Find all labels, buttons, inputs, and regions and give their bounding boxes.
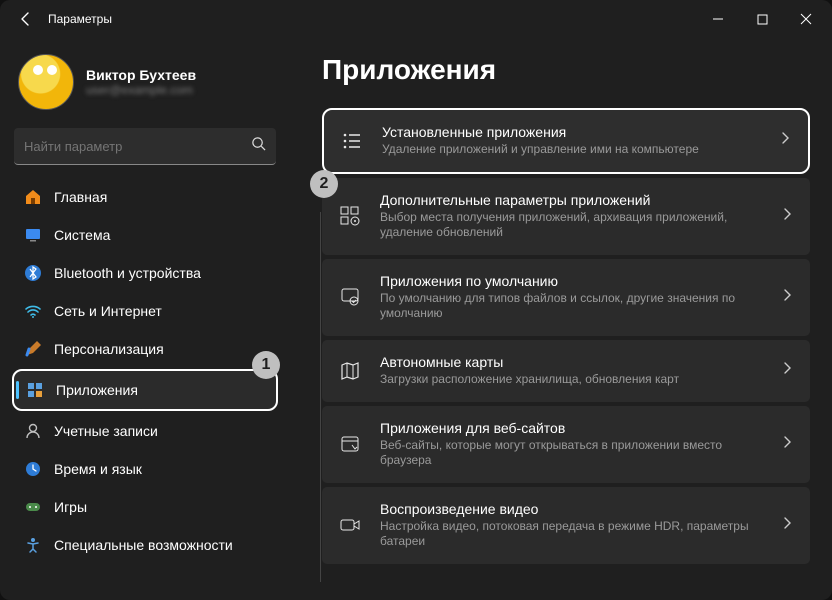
- sidebar-item-label: Приложения: [56, 382, 138, 398]
- sidebar-item-accounts[interactable]: Учетные записи: [12, 413, 278, 449]
- time-icon: [24, 460, 42, 478]
- back-button[interactable]: [12, 5, 40, 33]
- settings-window: Параметры Виктор Бухтеев user@example.co…: [0, 0, 832, 600]
- window-controls: [696, 5, 828, 33]
- sidebar-item-label: Игры: [54, 499, 87, 515]
- card-subtitle: Настройка видео, потоковая передача в ре…: [380, 519, 762, 550]
- accessibility-icon: [24, 536, 42, 554]
- wifi-icon: [24, 302, 42, 320]
- sidebar-item-system[interactable]: Система: [12, 217, 278, 253]
- step-badge-1: 1: [252, 351, 280, 379]
- arrow-left-icon: [18, 11, 34, 27]
- maps-icon: [338, 360, 362, 382]
- content: Виктор Бухтеев user@example.com Главная …: [0, 38, 832, 600]
- minimize-button[interactable]: [696, 5, 740, 33]
- bluetooth-icon: [24, 264, 42, 282]
- card-title: Приложения для веб-сайтов: [380, 420, 762, 436]
- sidebar-item-personalization[interactable]: Персонализация: [12, 331, 278, 367]
- sidebar: Виктор Бухтеев user@example.com Главная …: [0, 38, 290, 600]
- sidebar-item-label: Система: [54, 227, 110, 243]
- sidebar-item-apps[interactable]: Приложения: [12, 369, 278, 411]
- card-subtitle: Удаление приложений и управление ими на …: [382, 142, 760, 158]
- minimize-icon: [712, 13, 724, 25]
- sidebar-item-time[interactable]: Время и язык: [12, 451, 278, 487]
- sidebar-item-label: Bluetooth и устройства: [54, 265, 201, 281]
- home-icon: [24, 188, 42, 206]
- divider-line: [320, 212, 321, 582]
- step-badge-2: 2: [310, 170, 338, 198]
- websites-icon: [338, 433, 362, 455]
- chevron-right-icon: [780, 361, 794, 380]
- apps-gear-icon: [338, 205, 362, 227]
- search-box[interactable]: [14, 128, 276, 165]
- window-title: Параметры: [40, 12, 112, 26]
- gaming-icon: [24, 498, 42, 516]
- personalize-icon: [24, 340, 42, 358]
- maximize-button[interactable]: [740, 5, 784, 33]
- apps-icon: [26, 381, 44, 399]
- card-title: Приложения по умолчанию: [380, 273, 762, 289]
- list-icon: [340, 130, 364, 152]
- main-panel: Приложения Установленные приложения Удал…: [290, 38, 832, 600]
- card-title: Воспроизведение видео: [380, 501, 762, 517]
- close-button[interactable]: [784, 5, 828, 33]
- user-name: Виктор Бухтеев: [86, 67, 196, 83]
- maximize-icon: [757, 14, 768, 25]
- accounts-icon: [24, 422, 42, 440]
- search-input[interactable]: [24, 139, 251, 154]
- default-apps-icon: [338, 286, 362, 308]
- sidebar-item-label: Сеть и Интернет: [54, 303, 162, 319]
- sidebar-item-bluetooth[interactable]: Bluetooth и устройства: [12, 255, 278, 291]
- card-title: Установленные приложения: [382, 124, 760, 140]
- card-title: Автономные карты: [380, 354, 762, 370]
- avatar: [18, 54, 74, 110]
- sidebar-item-label: Персонализация: [54, 341, 164, 357]
- sidebar-item-home[interactable]: Главная: [12, 179, 278, 215]
- page-title: Приложения: [322, 54, 810, 86]
- card-app-settings[interactable]: Дополнительные параметры приложений Выбо…: [322, 178, 810, 255]
- card-subtitle: Выбор места получения приложений, архива…: [380, 210, 762, 241]
- sidebar-item-label: Специальные возможности: [54, 537, 233, 553]
- sidebar-nav: Главная Система Bluetooth и устройства С…: [12, 179, 278, 563]
- card-offline-maps[interactable]: Автономные карты Загрузки расположение х…: [322, 340, 810, 402]
- chevron-right-icon: [778, 131, 792, 150]
- search-icon: [251, 136, 266, 156]
- sidebar-item-label: Время и язык: [54, 461, 142, 477]
- titlebar: Параметры: [0, 0, 832, 38]
- system-icon: [24, 226, 42, 244]
- card-subtitle: Веб-сайты, которые могут открываться в п…: [380, 438, 762, 469]
- card-default-apps[interactable]: Приложения по умолчанию По умолчанию для…: [322, 259, 810, 336]
- user-email: user@example.com: [86, 83, 196, 97]
- profile[interactable]: Виктор Бухтеев user@example.com: [12, 46, 278, 124]
- card-list: Установленные приложения Удаление прилож…: [322, 108, 810, 564]
- sidebar-item-gaming[interactable]: Игры: [12, 489, 278, 525]
- card-web-apps[interactable]: Приложения для веб-сайтов Веб-сайты, кот…: [322, 406, 810, 483]
- sidebar-item-network[interactable]: Сеть и Интернет: [12, 293, 278, 329]
- chevron-right-icon: [780, 516, 794, 535]
- close-icon: [800, 13, 812, 25]
- card-installed-apps[interactable]: Установленные приложения Удаление прилож…: [322, 108, 810, 174]
- card-video-playback[interactable]: Воспроизведение видео Настройка видео, п…: [322, 487, 810, 564]
- chevron-right-icon: [780, 207, 794, 226]
- chevron-right-icon: [780, 435, 794, 454]
- sidebar-item-label: Главная: [54, 189, 107, 205]
- card-subtitle: По умолчанию для типов файлов и ссылок, …: [380, 291, 762, 322]
- card-subtitle: Загрузки расположение хранилища, обновле…: [380, 372, 762, 388]
- chevron-right-icon: [780, 288, 794, 307]
- video-icon: [338, 514, 362, 536]
- sidebar-item-label: Учетные записи: [54, 423, 158, 439]
- sidebar-item-accessibility[interactable]: Специальные возможности: [12, 527, 278, 563]
- card-title: Дополнительные параметры приложений: [380, 192, 762, 208]
